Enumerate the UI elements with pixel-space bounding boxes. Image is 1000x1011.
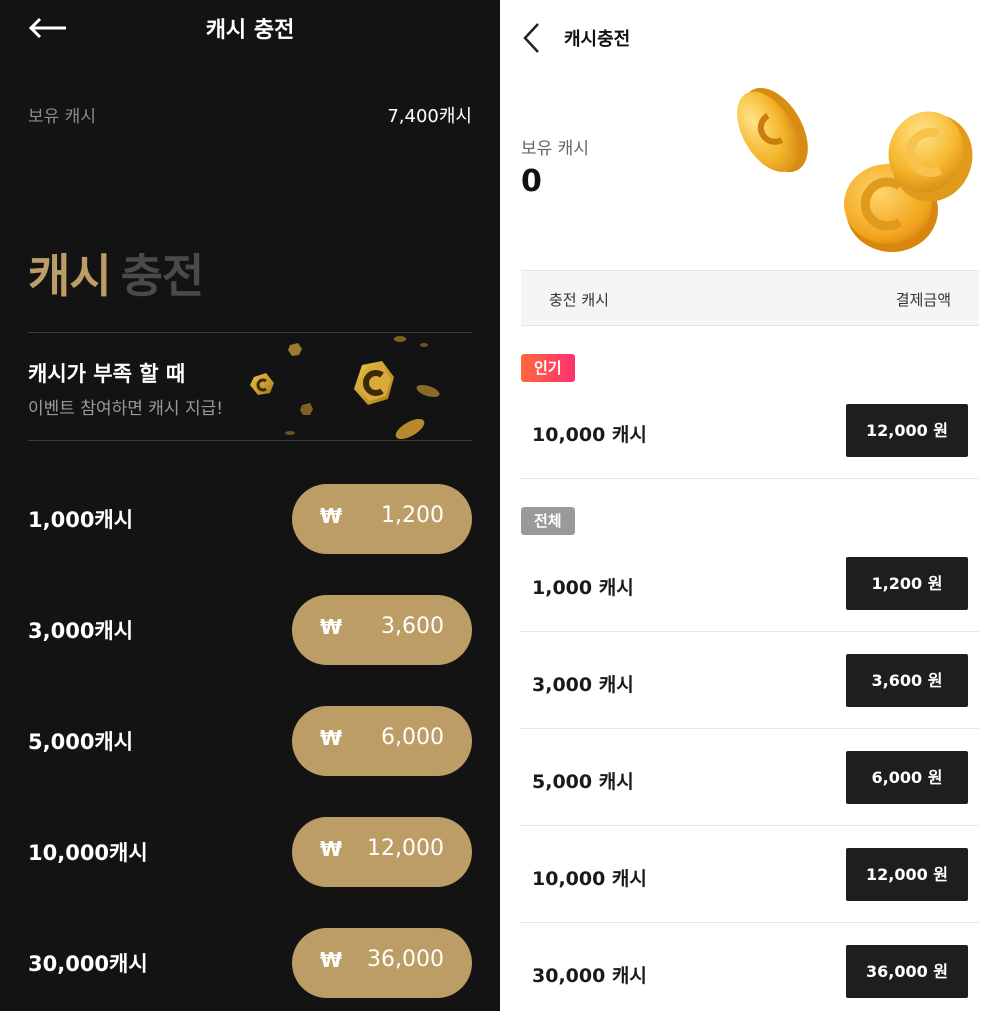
buy-button[interactable]: 12,000 원 [846,848,968,901]
cash-amount-label: 10,000 캐시 [532,424,647,446]
banner-title: 캐시가 부족 할 때 [28,362,186,386]
won-icon: ₩ [320,726,343,750]
price-amount: 36,000 [367,947,444,972]
table-header: 충전 캐시 결제금액 [521,270,979,326]
charge-option-row: 5,000 캐시 6,000 원 [521,729,979,826]
column-header-charge-cash: 충전 캐시 [549,291,609,309]
won-icon: ₩ [320,948,343,972]
buy-button[interactable]: ₩ 3,600 [292,595,472,665]
charge-option-row: 10,000 캐시 12,000 원 [521,826,979,923]
all-badge: 전체 [521,507,575,535]
divider [28,440,472,441]
buy-button[interactable]: 1,200 원 [846,557,968,610]
won-icon: ₩ [320,837,343,861]
balance-value: 7,400캐시 [387,106,472,127]
balance-label: 보유 캐시 [28,107,96,127]
won-icon: ₩ [320,615,343,639]
buy-button[interactable]: ₩ 6,000 [292,706,472,776]
balance-value: 0 [521,164,542,199]
hero-word-charge: 충전 [120,249,205,303]
cash-amount-label: 5,000캐시 [28,730,134,754]
banner-subtitle: 이벤트 참여하면 캐시 지급! [28,399,224,419]
price-amount: 3,600 [381,614,444,639]
cash-amount-label: 30,000캐시 [28,952,148,976]
cash-amount-label: 1,000캐시 [28,508,134,532]
buy-button[interactable]: 12,000 원 [846,404,968,457]
buy-button[interactable]: 36,000 원 [846,945,968,998]
page-title: 캐시충전 [564,29,631,50]
buy-button[interactable]: 3,600 원 [846,654,968,707]
charge-option-row: 30,000 캐시 36,000 원 [521,923,979,1011]
hero-word-cash: 캐시 [28,249,112,303]
balance-row: 보유 캐시 7,400캐시 [28,100,472,128]
buy-button[interactable]: 6,000 원 [846,751,968,804]
cash-amount-label: 30,000 캐시 [532,965,647,987]
floating-coins-illustration [250,336,440,439]
charge-option-row: 30,000캐시 ₩ 36,000 [28,928,472,998]
charge-option-row: 10,000캐시 ₩ 12,000 [28,817,472,887]
won-icon: ₩ [320,504,343,528]
hero-heading: 캐시 충전 [28,240,205,306]
price-amount: 12,000 [367,836,444,861]
cash-amount-label: 3,000 캐시 [532,674,634,696]
charge-option-row: 3,000캐시 ₩ 3,600 [28,595,472,665]
light-cash-charge-screen: 캐시충전 보유 캐시 0 충전 캐시 결제금액 인기 10,000 캐시 12,… [500,0,1000,1011]
coins-illustration [737,87,973,252]
cash-amount-label: 1,000 캐시 [532,577,634,599]
column-header-payment: 결제금액 [895,291,951,309]
charge-option-row: 1,000캐시 ₩ 1,200 [28,484,472,554]
page-title: 캐시 충전 [205,18,295,43]
popular-badge: 인기 [521,354,575,382]
buy-button[interactable]: ₩ 36,000 [292,928,472,998]
cash-amount-label: 3,000캐시 [28,619,134,643]
row-divider [521,478,979,479]
buy-button[interactable]: ₩ 12,000 [292,817,472,887]
charge-option-row: 1,000 캐시 1,200 원 [521,535,979,632]
charge-option-row: 5,000캐시 ₩ 6,000 [28,706,472,776]
balance-label: 보유 캐시 [521,139,589,159]
price-amount: 6,000 [381,725,444,750]
event-banner[interactable]: 캐시가 부족 할 때 이벤트 참여하면 캐시 지급! [28,333,472,439]
cash-amount-label: 10,000캐시 [28,841,148,865]
charge-option-row: 3,000 캐시 3,600 원 [521,632,979,729]
cash-amount-label: 5,000 캐시 [532,771,634,793]
price-amount: 1,200 [381,503,444,528]
cash-amount-label: 10,000 캐시 [532,868,647,890]
top-bar: 캐시 충전 [0,0,500,56]
back-chevron-icon[interactable] [520,20,544,56]
buy-button[interactable]: ₩ 1,200 [292,484,472,554]
charge-option-row: 10,000 캐시 12,000 원 [521,382,979,479]
dark-cash-charge-screen: 캐시 충전 보유 캐시 7,400캐시 캐시 충전 캐시가 부족 할 때 이벤트 … [0,0,500,1011]
